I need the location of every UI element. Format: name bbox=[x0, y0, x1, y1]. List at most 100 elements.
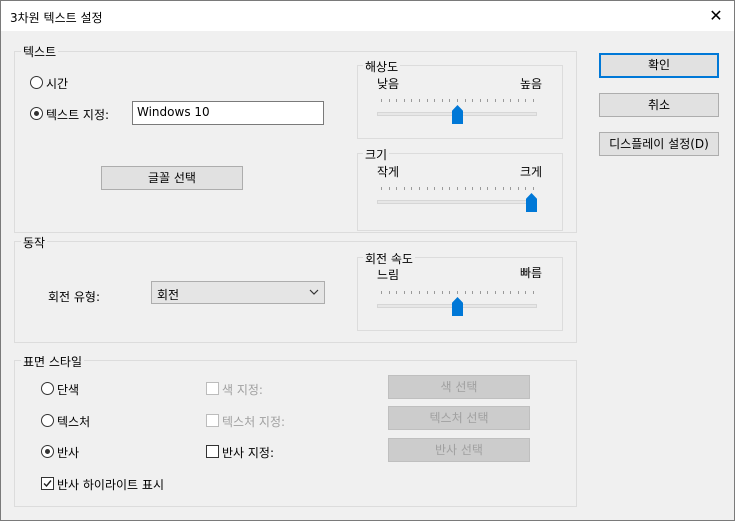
motion-group-label: 동작 bbox=[21, 234, 48, 251]
reflection-radio[interactable] bbox=[41, 445, 54, 458]
slider-tick bbox=[533, 99, 534, 102]
ok-button[interactable]: 확인 bbox=[599, 53, 719, 78]
texture-select-label: 텍스처 선택 bbox=[429, 411, 489, 425]
slider-tick bbox=[487, 291, 488, 294]
color-select-button[interactable]: 색 선택 bbox=[388, 375, 530, 399]
slider-tick bbox=[525, 291, 526, 294]
checkmark-icon bbox=[43, 480, 52, 488]
custom-text-input[interactable]: Windows 10 bbox=[132, 101, 324, 125]
chevron-down-icon bbox=[309, 289, 319, 295]
window-title: 3차원 텍스트 설정 bbox=[10, 11, 103, 25]
texture-radio[interactable] bbox=[41, 414, 54, 427]
texture-checkbox-label[interactable]: 텍스처 지정: bbox=[222, 413, 285, 430]
slider-thumb[interactable] bbox=[526, 193, 537, 212]
slider-tick bbox=[510, 187, 511, 190]
slider-tick bbox=[449, 99, 450, 102]
slider-tick bbox=[427, 99, 428, 102]
slider-tick bbox=[503, 291, 504, 294]
slider-tick bbox=[495, 291, 496, 294]
slider-tick bbox=[465, 291, 466, 294]
slider-tick bbox=[389, 99, 390, 102]
slider-tick bbox=[525, 99, 526, 102]
size-slider[interactable] bbox=[377, 187, 537, 213]
rotation-type-select[interactable]: 회전 bbox=[151, 281, 325, 304]
color-checkbox[interactable] bbox=[206, 382, 219, 395]
slider-tick bbox=[495, 187, 496, 190]
slider-thumb[interactable] bbox=[452, 297, 463, 316]
rotation-speed-label: 회전 속도 bbox=[363, 250, 415, 267]
slider-tick bbox=[487, 187, 488, 190]
ok-button-label: 확인 bbox=[647, 58, 671, 72]
color-checkbox-label[interactable]: 색 지정: bbox=[222, 381, 263, 398]
slider-tick bbox=[449, 291, 450, 294]
slider-tick bbox=[518, 291, 519, 294]
slider-tick bbox=[472, 291, 473, 294]
texture-select-button[interactable]: 텍스처 선택 bbox=[388, 406, 530, 430]
resolution-label: 해상도 bbox=[363, 58, 401, 75]
size-label: 크기 bbox=[363, 146, 390, 163]
slider-tick bbox=[442, 187, 443, 190]
slider-tick bbox=[404, 99, 405, 102]
slider-tick bbox=[518, 99, 519, 102]
slider-tick bbox=[518, 187, 519, 190]
slider-tick bbox=[525, 187, 526, 190]
slider-tick bbox=[503, 99, 504, 102]
slider-tick bbox=[533, 187, 534, 190]
time-radio-label[interactable]: 시간 bbox=[46, 75, 68, 92]
reflection-radio-label[interactable]: 반사 bbox=[57, 444, 79, 461]
cancel-button[interactable]: 취소 bbox=[599, 93, 719, 117]
slider-tick bbox=[427, 187, 428, 190]
slider-tick bbox=[480, 99, 481, 102]
slider-tick bbox=[487, 99, 488, 102]
close-icon[interactable]: ✕ bbox=[698, 1, 734, 31]
slider-tick bbox=[411, 187, 412, 190]
solid-radio-label[interactable]: 단색 bbox=[57, 381, 79, 398]
resolution-high-label: 높음 bbox=[520, 77, 543, 91]
reflection-select-button[interactable]: 반사 선택 bbox=[388, 438, 530, 462]
slider-tick bbox=[396, 291, 397, 294]
slider-tick bbox=[419, 99, 420, 102]
slider-tick bbox=[472, 187, 473, 190]
size-large-label: 크게 bbox=[520, 165, 543, 179]
slider-tick bbox=[465, 99, 466, 102]
surface-style-label: 표면 스타일 bbox=[21, 353, 85, 370]
font-select-button[interactable]: 글꼴 선택 bbox=[101, 166, 243, 190]
text-group-label: 텍스트 bbox=[21, 43, 59, 60]
slider-tick bbox=[495, 99, 496, 102]
slider-tick bbox=[389, 291, 390, 294]
custom-text-radio[interactable] bbox=[30, 107, 43, 120]
resolution-slider[interactable] bbox=[377, 99, 537, 125]
highlight-checkbox-label[interactable]: 반사 하이라이트 표시 bbox=[57, 476, 164, 493]
slider-tick bbox=[404, 187, 405, 190]
custom-text-radio-label[interactable]: 텍스트 지정: bbox=[46, 106, 109, 123]
highlight-checkbox[interactable] bbox=[41, 477, 54, 490]
slider-tick bbox=[503, 187, 504, 190]
solid-radio[interactable] bbox=[41, 382, 54, 395]
font-select-label: 글꼴 선택 bbox=[148, 171, 196, 185]
rotation-speed-slider[interactable] bbox=[377, 291, 537, 317]
slider-tick bbox=[457, 187, 458, 190]
slider-thumb[interactable] bbox=[452, 105, 463, 124]
time-radio[interactable] bbox=[30, 76, 43, 89]
slider-tick bbox=[389, 187, 390, 190]
speed-fast-label: 빠름 bbox=[520, 266, 543, 280]
slider-tick bbox=[480, 291, 481, 294]
reflection-checkbox[interactable] bbox=[206, 445, 219, 458]
rotation-type-value: 회전 bbox=[157, 288, 180, 302]
slider-tick bbox=[434, 187, 435, 190]
reflection-checkbox-label[interactable]: 반사 지정: bbox=[222, 444, 274, 461]
custom-text-value: Windows 10 bbox=[137, 105, 210, 119]
color-select-label: 색 선택 bbox=[440, 380, 478, 394]
slider-tick bbox=[419, 187, 420, 190]
slider-track[interactable] bbox=[377, 200, 537, 204]
slider-tick bbox=[457, 291, 458, 294]
rotation-type-label: 회전 유형: bbox=[48, 290, 101, 304]
slider-tick bbox=[442, 99, 443, 102]
slider-tick bbox=[411, 291, 412, 294]
texture-radio-label[interactable]: 텍스처 bbox=[57, 413, 90, 430]
slider-tick bbox=[381, 291, 382, 294]
slider-tick bbox=[396, 187, 397, 190]
display-settings-button[interactable]: 디스플레이 설정(D) bbox=[599, 132, 719, 156]
texture-checkbox[interactable] bbox=[206, 414, 219, 427]
slider-tick bbox=[404, 291, 405, 294]
